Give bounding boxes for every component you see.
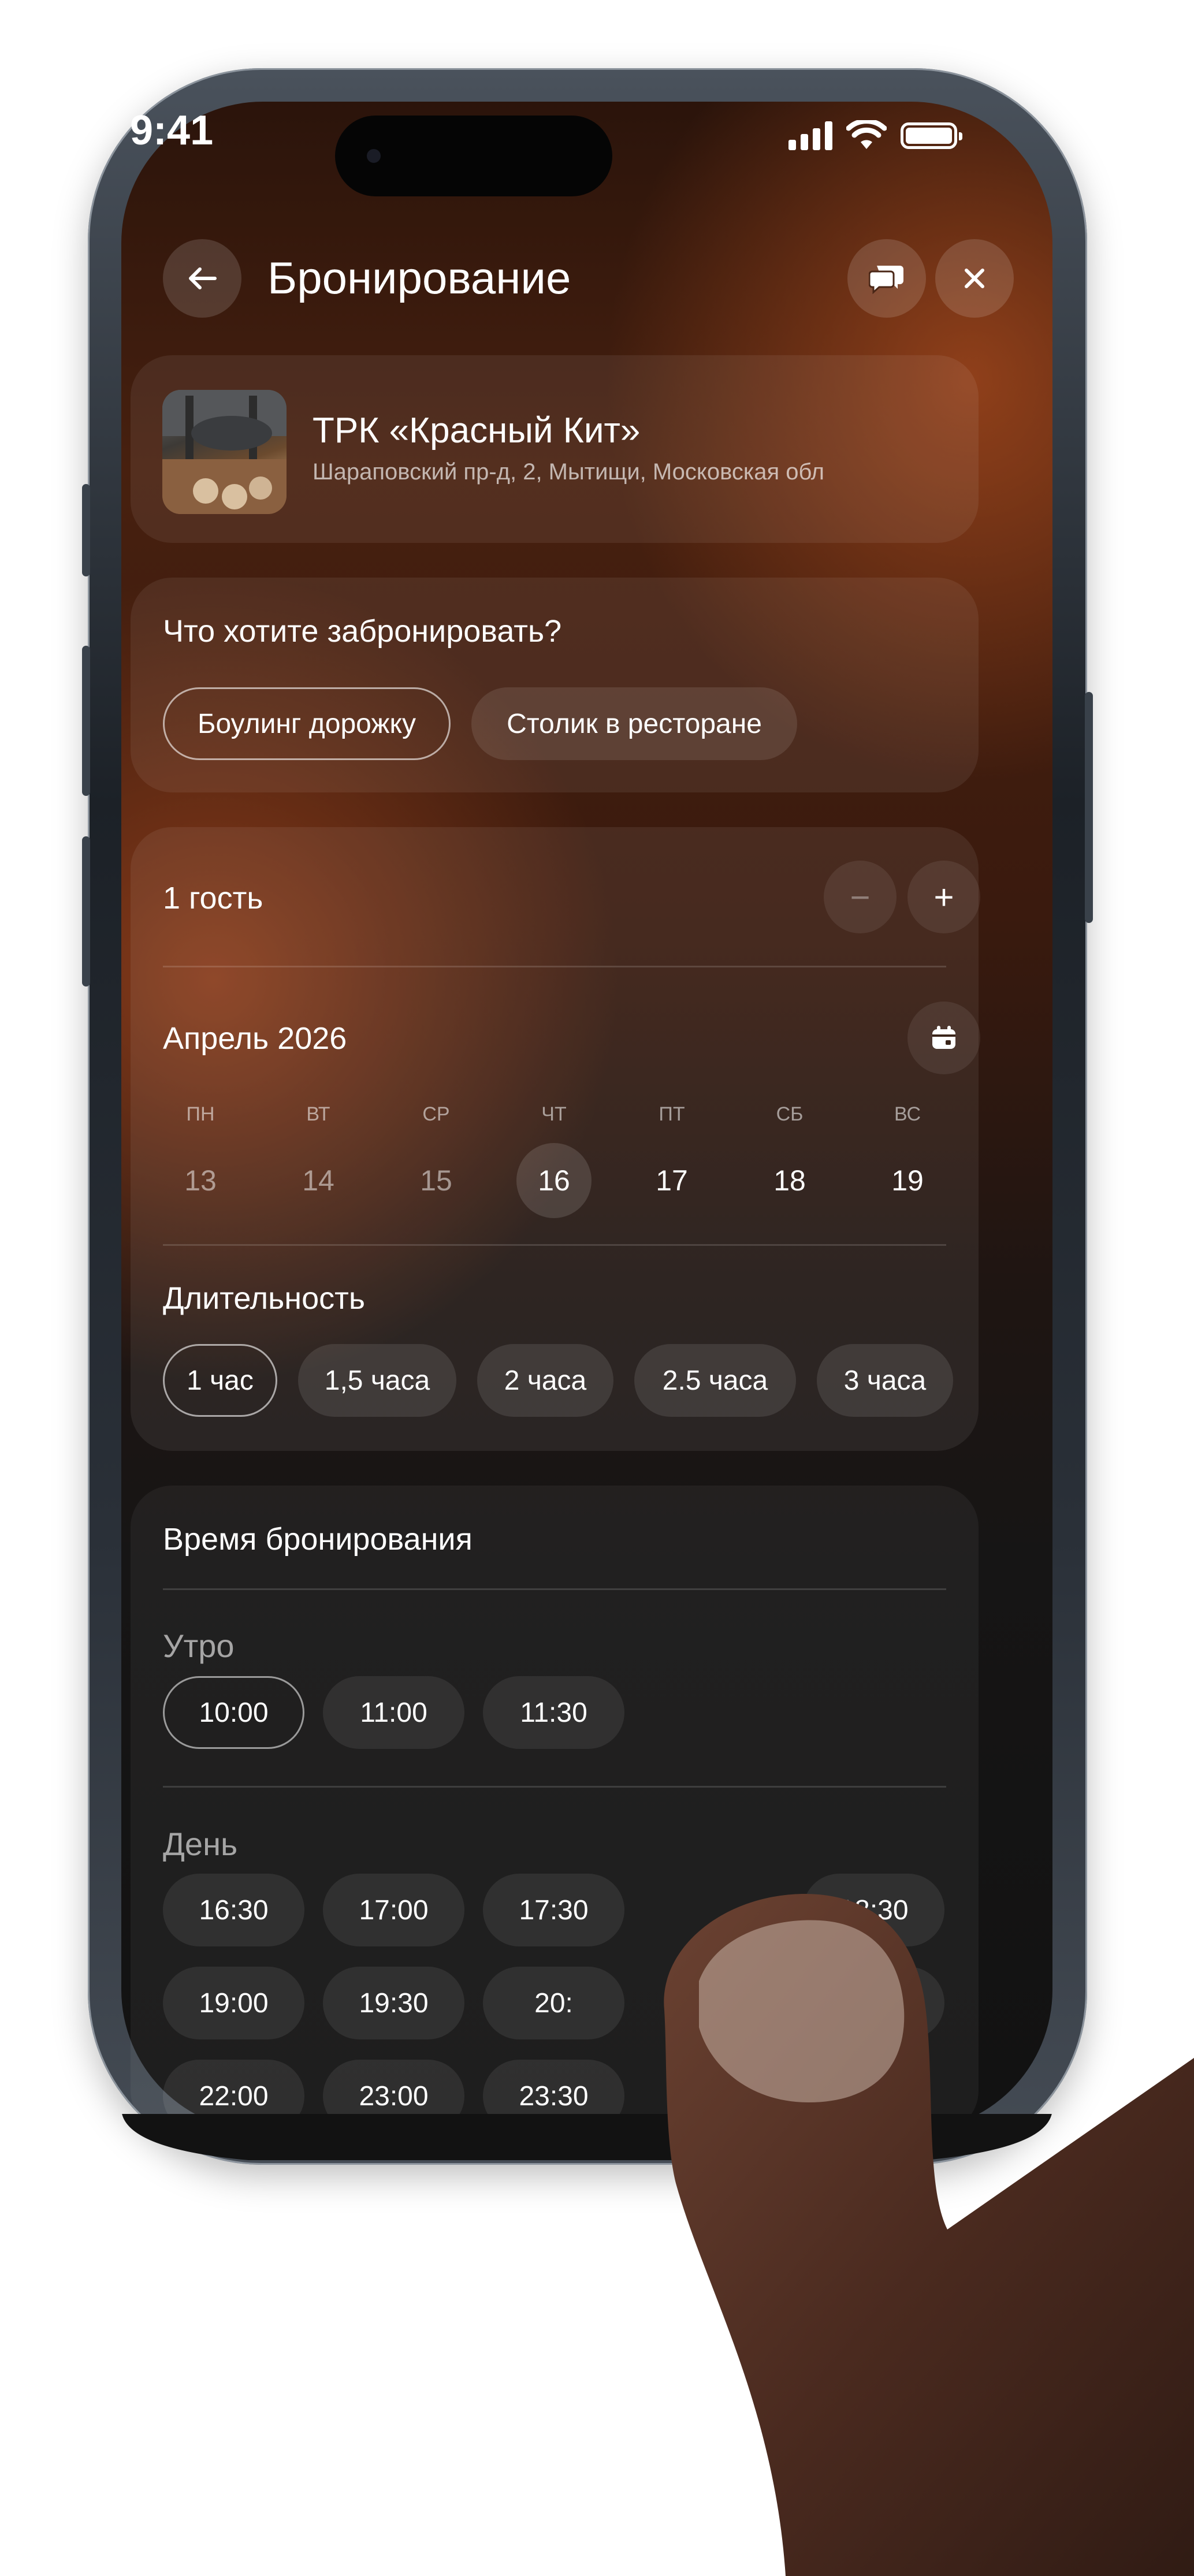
duration-2h[interactable]: 2 часа	[477, 1344, 613, 1417]
time-slot[interactable]: 16:30	[163, 1874, 304, 1946]
calendar-day[interactable]: СР 15	[399, 1103, 474, 1218]
option-restaurant-table[interactable]: Столик в ресторане	[471, 687, 797, 760]
back-button[interactable]	[163, 239, 241, 318]
camera-icon	[367, 149, 381, 163]
time-slot[interactable]: 10:00	[163, 1676, 304, 1749]
divider	[163, 966, 946, 967]
day-number: 18	[773, 1164, 806, 1197]
time-slot[interactable]: 19:00	[163, 1967, 304, 2039]
calendar-day[interactable]: ВС 19	[870, 1103, 945, 1218]
day-number: 15	[420, 1164, 452, 1197]
booking-type-card: Что хотите забронировать? Боулинг дорожк…	[131, 578, 979, 792]
close-icon	[965, 269, 984, 288]
time-slot[interactable]: 19:30	[323, 1967, 464, 2039]
calendar-day[interactable]: ПТ 17	[634, 1103, 709, 1218]
calendar-icon	[932, 1026, 955, 1049]
cellular-signal-icon	[788, 121, 832, 150]
day-number: 13	[184, 1164, 217, 1197]
page-title: Бронирование	[267, 252, 571, 303]
guests-decrement-button[interactable]: −	[824, 861, 897, 933]
guests-increment-button[interactable]: +	[907, 861, 980, 933]
status-icons	[788, 110, 962, 162]
booking-time-label: Время бронирования	[163, 1522, 473, 1557]
duration-1-5h[interactable]: 1,5 часа	[298, 1344, 456, 1417]
calendar-month: Апрель 2026	[163, 1021, 347, 1056]
divider	[163, 1244, 946, 1246]
calendar-button[interactable]	[907, 1002, 980, 1074]
divider	[163, 1786, 946, 1788]
time-slot[interactable]: 11:30	[483, 1676, 624, 1749]
calendar-day[interactable]: СБ 18	[752, 1103, 827, 1218]
time-slot[interactable]: 17:00	[323, 1874, 464, 1946]
guests-count: 1 гость	[163, 881, 263, 915]
calendar-day[interactable]: ПН 13	[163, 1103, 238, 1218]
wifi-icon	[846, 120, 887, 149]
finger-image	[664, 1894, 1194, 2576]
venue-address: Шараповский пр-д, 2, Мытищи, Московская …	[313, 459, 824, 485]
calendar-day[interactable]: ВТ 14	[281, 1103, 356, 1218]
day-number: 16	[516, 1143, 592, 1218]
duration-label: Длительность	[163, 1281, 365, 1316]
morning-label: Утро	[163, 1628, 235, 1664]
day-of-week-label: ЧТ	[541, 1103, 567, 1125]
arrow-left-icon	[189, 267, 217, 289]
chat-button[interactable]	[847, 239, 926, 318]
dynamic-island	[335, 116, 612, 196]
day-of-week-label: ПТ	[659, 1103, 685, 1125]
plus-icon: +	[933, 877, 954, 917]
venue-card[interactable]: ТРК «Красный Кит» Шараповский пр-д, 2, М…	[131, 355, 979, 543]
time-slot[interactable]: 11:00	[323, 1676, 464, 1749]
day-number: 17	[656, 1164, 688, 1197]
day-label: День	[163, 1826, 238, 1862]
day-number: 19	[891, 1164, 924, 1197]
day-of-week-label: ПН	[186, 1103, 215, 1125]
day-of-week-label: ВС	[894, 1103, 921, 1125]
option-bowling-lane[interactable]: Боулинг дорожку	[163, 687, 451, 760]
duration-3h[interactable]: 3 часа	[817, 1344, 953, 1417]
status-time: 9:41	[130, 107, 214, 154]
booking-type-question: Что хотите забронировать?	[163, 614, 562, 649]
duration-2-5h[interactable]: 2.5 часа	[634, 1344, 796, 1417]
day-of-week-label: СБ	[776, 1103, 804, 1125]
booking-details-card: 1 гость − + Апрель 2026 ПН 13 ВТ 14 СР 15 ЧТ 16…	[131, 827, 980, 1451]
duration-1h[interactable]: 1 час	[163, 1344, 277, 1417]
minus-icon: −	[850, 877, 871, 917]
venue-photo	[162, 390, 287, 514]
venue-name: ТРК «Красный Кит»	[313, 411, 641, 451]
day-of-week-label: ВТ	[306, 1103, 330, 1125]
close-button[interactable]	[935, 239, 1014, 318]
calendar-day[interactable]: ЧТ 16	[516, 1103, 592, 1218]
chat-bubbles-icon	[869, 266, 903, 295]
battery-icon	[901, 122, 962, 149]
day-number: 14	[302, 1164, 334, 1197]
day-of-week-label: СР	[422, 1103, 450, 1125]
divider	[163, 1588, 946, 1590]
